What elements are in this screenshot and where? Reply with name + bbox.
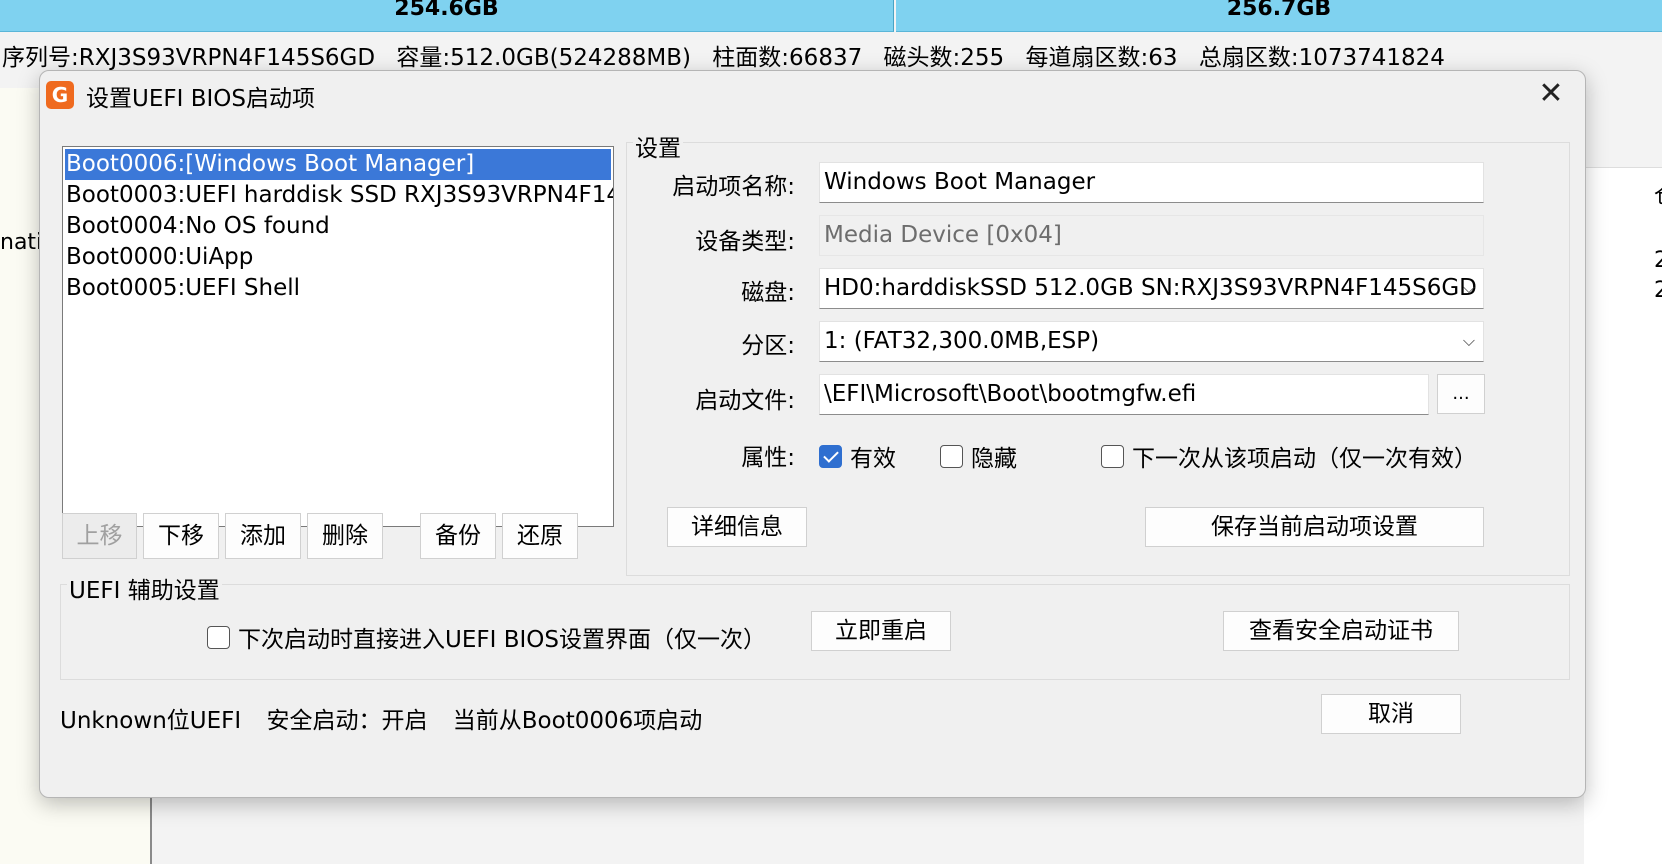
status-bar: Unknown位UEFI 安全启动：开启 当前从Boot0006项启动 [60,701,720,735]
partition-block-left[interactable]: 254.6GB [0,0,894,32]
disk-cylinders: 柱面数:66837 [712,45,863,71]
background-text-fragment: 2 [1654,278,1662,303]
dialog-title: 设置UEFI BIOS启动项 [86,86,315,112]
partition-label: 分区: [741,333,795,359]
chevron-down-icon[interactable]: ⌵ [1463,269,1475,307]
boot-entry-item[interactable]: Boot0003:UEFI harddisk SSD RXJ3S93VRPN4F… [63,180,613,211]
details-button[interactable]: 详细信息 [667,507,807,547]
current-boot-status: 当前从Boot0006项启动 [452,708,703,734]
boot-entry-item[interactable]: Boot0006:[Windows Boot Manager] [65,149,611,180]
checkbox-empty-icon [940,444,963,468]
uefi-arch-status: Unknown位UEFI [60,708,242,734]
device-type-field: Media Device [0x04] [819,215,1484,256]
background-right-pane: 仓 2 2 [1584,88,1662,864]
partition-block-right[interactable]: 256.7GB [896,0,1662,32]
disk-heads: 磁头数:255 [883,45,1005,71]
checkbox-empty-icon [1101,444,1124,468]
background-text-fragment: 仓 [1654,178,1662,210]
disk-partition-bar: 254.6GB 256.7GB [0,0,1662,32]
boot-entry-item[interactable]: Boot0004:No OS found [63,211,613,242]
disk-capacity: 容量:512.0GB(524288MB) [396,45,691,71]
disk-label: 磁盘: [741,280,795,306]
delete-button[interactable]: 删除 [307,513,383,559]
close-icon[interactable]: ✕ [1531,75,1571,113]
uefi-boot-dialog: G 设置UEFI BIOS启动项 ✕ Boot0006:[Windows Boo… [39,70,1586,798]
next-boot-once-checkbox[interactable]: 下一次从该项启动（仅一次有效） [1101,439,1477,473]
background-text-fragment: 2 [1654,248,1662,273]
boot-entry-list[interactable]: Boot0006:[Windows Boot Manager] Boot0003… [62,146,614,527]
attributes-label: 属性: [741,445,795,471]
dialog-titlebar[interactable]: G 设置UEFI BIOS启动项 ✕ [40,71,1585,117]
boot-file-input[interactable]: \EFI\Microsoft\Boot\bootmgfw.efi [819,374,1429,415]
secure-boot-status: 安全启动：开启 [266,708,428,734]
enter-bios-next-boot-label: 下次启动时直接进入UEFI BIOS设置界面（仅一次） [238,627,766,653]
disk-select[interactable]: HD0:harddiskSSD 512.0GB SN:RXJ3S93VRPN4F… [819,268,1484,309]
next-boot-once-label: 下一次从该项启动（仅一次有效） [1132,446,1477,472]
diskgenius-app-icon: G [46,81,74,109]
uefi-aux-settings-group: UEFI 辅助设置 下次启动时直接进入UEFI BIOS设置界面（仅一次） 立即… [60,571,1570,680]
disk-select-value: HD0:harddiskSSD 512.0GB SN:RXJ3S93VRPN4F… [824,275,1477,301]
settings-group-legend: 设置 [633,129,683,163]
valid-checkbox[interactable]: 有效 [819,439,896,473]
disk-serial: 序列号:RXJ3S93VRPN4F145S6GD [2,45,376,71]
checkbox-checked-icon [819,444,842,468]
browse-button[interactable]: ... [1437,374,1485,414]
partition-size-label: 256.7GB [1226,0,1332,21]
move-up-button[interactable]: 上移 [62,513,137,559]
valid-checkbox-label: 有效 [850,446,896,472]
restore-button[interactable]: 还原 [502,513,578,559]
uefi-aux-legend: UEFI 辅助设置 [67,571,222,605]
partition-size-label: 254.6GB [394,0,499,21]
backup-button[interactable]: 备份 [420,513,496,559]
enter-bios-next-boot-checkbox[interactable]: 下次启动时直接进入UEFI BIOS设置界面（仅一次） [207,620,766,654]
move-down-button[interactable]: 下移 [143,513,219,559]
checkbox-empty-icon [207,625,230,649]
hidden-checkbox-label: 隐藏 [971,446,1017,472]
hidden-checkbox[interactable]: 隐藏 [940,439,1017,473]
chevron-down-icon[interactable]: ⌵ [1463,322,1475,360]
save-boot-entry-button[interactable]: 保存当前启动项设置 [1145,507,1484,547]
settings-group: 设置 启动项名称: Windows Boot Manager 设备类型: Med… [626,129,1570,576]
boot-entry-item[interactable]: Boot0000:UiApp [63,242,613,273]
partition-select-value: 1: (FAT32,300.0MB,ESP) [824,328,1100,354]
disk-sectors-per-track: 每道扇区数:63 [1025,45,1178,71]
add-button[interactable]: 添加 [225,513,301,559]
reboot-now-button[interactable]: 立即重启 [811,611,951,651]
boot-name-input[interactable]: Windows Boot Manager [819,162,1484,203]
device-type-label: 设备类型: [695,229,795,255]
boot-file-label: 启动文件: [695,388,795,414]
partition-select[interactable]: 1: (FAT32,300.0MB,ESP) ⌵ [819,321,1484,362]
disk-total-sectors: 总扇区数:1073741824 [1198,45,1445,71]
background-header [1584,88,1662,168]
cancel-button[interactable]: 取消 [1321,694,1461,734]
boot-name-label: 启动项名称: [672,174,795,200]
view-secure-boot-certs-button[interactable]: 查看安全启动证书 [1223,611,1459,651]
boot-entry-item[interactable]: Boot0005:UEFI Shell [63,273,613,304]
